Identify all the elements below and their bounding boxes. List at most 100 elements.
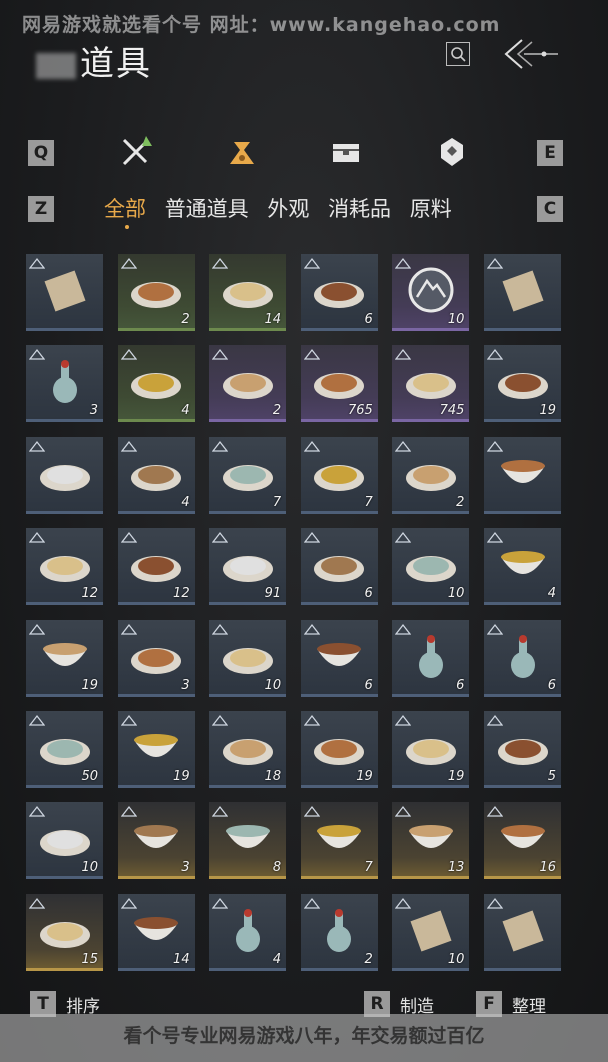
inventory-slot[interactable]: 14	[117, 893, 195, 971]
back-button[interactable]	[500, 36, 560, 72]
item-count: 15	[81, 951, 98, 967]
lidded-bowl-icon	[500, 825, 545, 849]
inventory-slot[interactable]: 3	[117, 802, 195, 880]
subtab-common[interactable]: 普通道具	[165, 193, 249, 223]
inventory-slot[interactable]	[484, 254, 561, 331]
inventory-slot[interactable]: 10	[209, 619, 287, 697]
inventory-slot[interactable]: 2	[117, 254, 195, 331]
inventory-slot[interactable]	[26, 436, 103, 514]
celadon-jar-icon	[327, 908, 352, 952]
celadon-jar-icon	[235, 908, 260, 952]
painted-bowl-icon	[134, 825, 179, 849]
item-count: 14	[173, 951, 190, 967]
inventory-slot[interactable]: 19	[300, 711, 378, 788]
inventory-slot[interactable]: 19	[392, 711, 470, 788]
inventory-slot[interactable]: 5	[484, 711, 561, 788]
inventory-slot[interactable]: 19	[117, 711, 195, 788]
inventory-slot[interactable]: 50	[26, 711, 103, 788]
inventory-slot[interactable]: 2	[392, 436, 470, 514]
tofu-plate-icon	[131, 647, 182, 674]
white-bowl-icon	[408, 825, 453, 849]
inventory-slot[interactable]: 10	[392, 528, 470, 606]
soup-pot-icon	[314, 282, 365, 308]
inventory-slot[interactable]: 19	[26, 619, 103, 697]
inventory-slot[interactable]: 6	[300, 619, 378, 697]
inventory-slot[interactable]: 14	[209, 254, 287, 331]
inventory-slot[interactable]: 4	[209, 893, 287, 971]
item-count: 765	[347, 403, 373, 419]
inventory-slot[interactable]: 18	[209, 711, 287, 788]
inventory-slot[interactable]: 6	[300, 254, 378, 331]
tab-chest[interactable]	[328, 134, 364, 170]
key-hint-prev-category[interactable]: Q	[28, 140, 54, 166]
subtab-consumables[interactable]: 消耗品	[328, 193, 391, 223]
inventory-slot[interactable]: 15	[26, 893, 103, 971]
tab-items[interactable]	[224, 134, 260, 170]
badge-icon	[441, 138, 463, 166]
wine-cup-icon	[39, 556, 90, 583]
inventory-slot[interactable]: 4	[117, 345, 195, 423]
deep-bowl-icon	[134, 916, 179, 940]
porcelain-bottle-icon	[510, 634, 535, 678]
item-count: 4	[547, 586, 556, 602]
tab-badge[interactable]	[434, 134, 470, 170]
item-count: 6	[364, 586, 373, 602]
roast-meat-icon	[222, 739, 273, 765]
inventory-slot[interactable]: 3	[26, 345, 103, 423]
inventory-slot[interactable]: 12	[26, 528, 103, 606]
inventory-slot[interactable]: 10	[26, 802, 103, 880]
inventory-slot[interactable]: 2	[209, 345, 287, 423]
inventory-slot[interactable]: 7	[300, 802, 378, 880]
inventory-slot[interactable]: 3	[117, 619, 195, 697]
key-hint-next-subtab[interactable]: C	[537, 196, 563, 222]
inventory-slot[interactable]	[484, 893, 561, 971]
item-count: 18	[264, 769, 282, 784]
inventory-slot[interactable]: 12	[117, 528, 195, 606]
meatballs-icon	[314, 739, 365, 765]
inventory-slot[interactable]: 91	[209, 528, 287, 606]
noodle-soup-icon	[405, 556, 456, 583]
plate-icon	[39, 921, 90, 948]
inventory-slot[interactable]: 7	[209, 436, 287, 514]
item-count: 19	[447, 769, 465, 784]
inventory-slot[interactable]: 2	[300, 893, 378, 971]
subtab-materials[interactable]: 原料	[410, 193, 452, 223]
item-count: 2	[456, 494, 465, 510]
inventory-slot[interactable]: 7	[300, 436, 378, 514]
stuffed-bun-icon	[39, 830, 90, 857]
inventory-slot[interactable]: 765	[300, 345, 378, 423]
inventory-slot[interactable]: 4	[484, 528, 561, 606]
inventory-slot[interactable]	[484, 436, 561, 514]
dumplings-icon	[131, 373, 182, 400]
inventory-slot[interactable]: 8	[209, 802, 287, 880]
key-hint-prev-subtab[interactable]: Z	[28, 196, 54, 222]
subtab-appearance[interactable]: 外观	[267, 193, 309, 223]
inventory-slot[interactable]	[26, 254, 103, 331]
tab-weapons[interactable]	[118, 134, 154, 170]
inventory-slot[interactable]: 745	[392, 345, 470, 423]
inventory-slot[interactable]: 16	[484, 802, 561, 880]
item-count: 6	[364, 312, 373, 327]
greens-plate-icon	[314, 556, 365, 583]
item-count: 4	[181, 403, 190, 419]
porcelain-bottle-icon	[418, 634, 443, 678]
inventory-slot[interactable]: 10	[392, 254, 470, 331]
congee-bowl-icon	[500, 551, 545, 575]
item-count: 3	[181, 677, 190, 693]
inventory-slot[interactable]: 6	[300, 528, 378, 606]
item-count: 10	[264, 677, 282, 693]
book-icon	[501, 270, 544, 312]
item-count: 19	[356, 769, 373, 784]
inventory-slot[interactable]: 6	[484, 619, 561, 697]
inventory-slot[interactable]: 6	[392, 619, 470, 697]
inventory-slot[interactable]: 13	[392, 802, 470, 880]
search-button[interactable]	[446, 42, 470, 66]
vase-icon	[52, 360, 77, 404]
key-hint-next-category[interactable]: E	[537, 140, 563, 166]
subtab-all[interactable]: 全部	[104, 193, 146, 223]
item-count: 10	[447, 951, 465, 967]
inventory-slot[interactable]: 4	[117, 436, 195, 514]
inventory-slot[interactable]: 19	[484, 345, 561, 423]
inventory-slot[interactable]: 10	[392, 893, 470, 971]
page-title-text: 道具	[80, 44, 152, 84]
